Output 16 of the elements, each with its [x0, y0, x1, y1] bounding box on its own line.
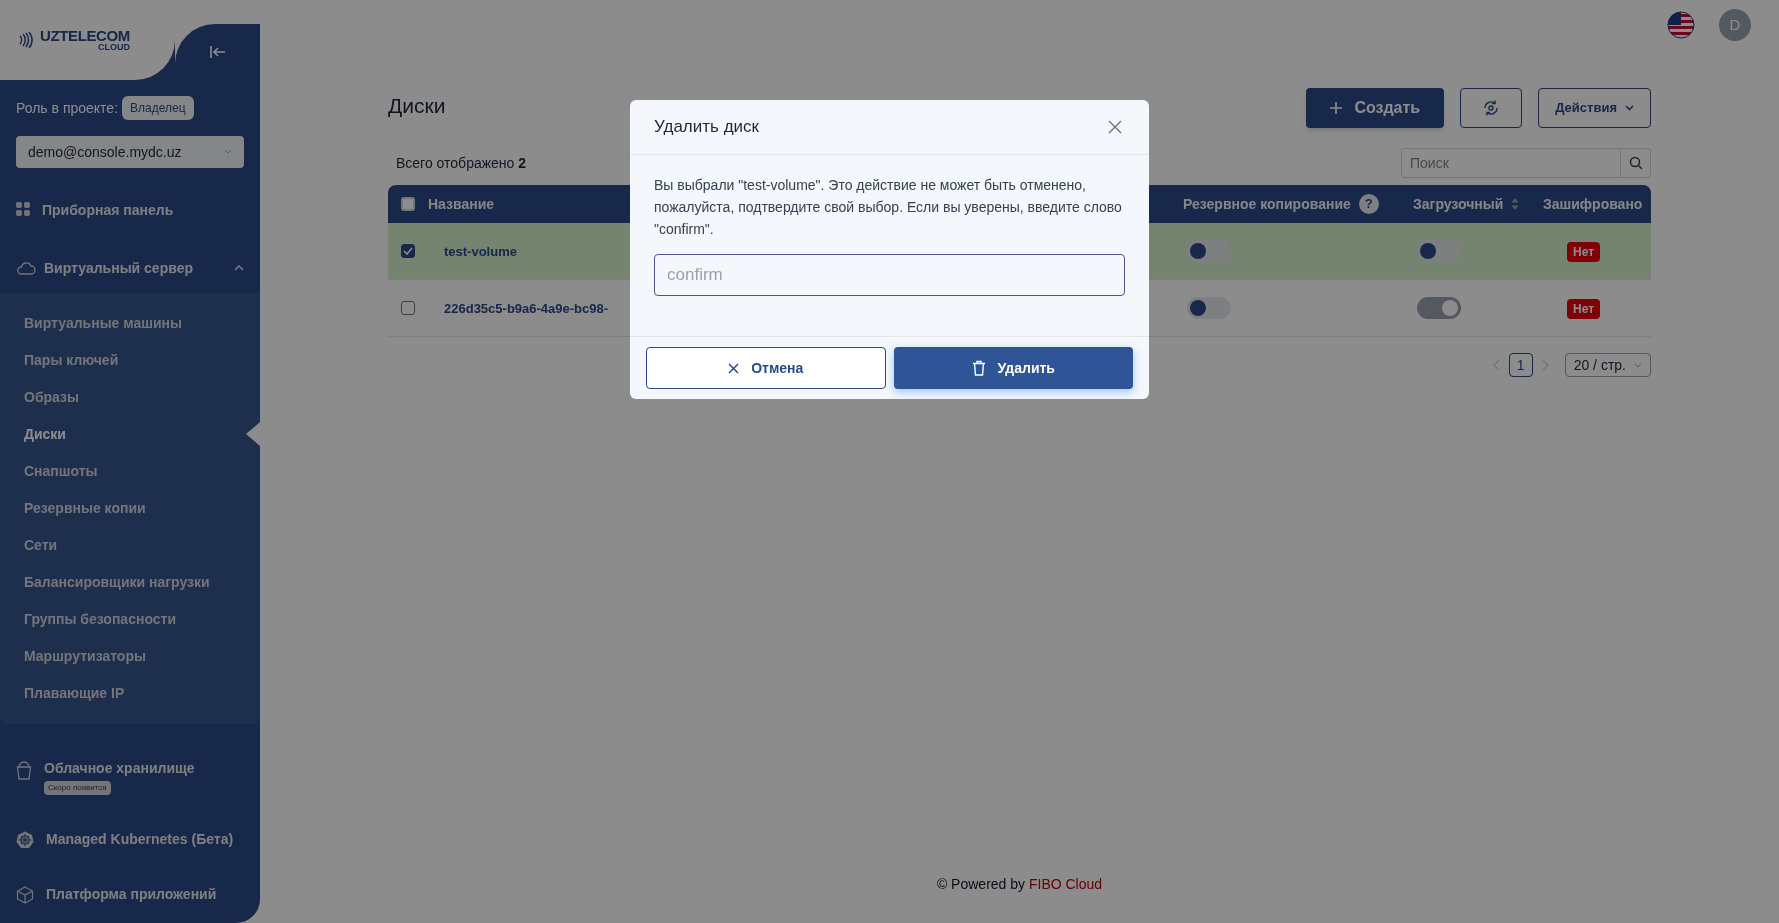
dialog-title: Удалить диск: [654, 116, 759, 139]
powered-by-text: © Powered by FIBO Cloud: [935, 875, 1104, 894]
role-badge: Владелец: [122, 96, 194, 120]
status-badge: Нет: [1567, 242, 1601, 262]
column-header: Загрузочный: [1413, 194, 1504, 214]
status-badge: Нет: [1567, 299, 1601, 319]
column-header: Зашифровано: [1543, 194, 1643, 214]
column-header: Название: [428, 194, 495, 214]
logo-text: UZTELECOM: [40, 28, 130, 43]
logo-subtext: CLOUD: [97, 43, 130, 52]
total-count: Всего отображено 2: [395, 153, 527, 173]
dialog-message: Вы выбрали "test-volume". Это действие не может быть отменено, пожалуйста, подтвердите свой выбор. Если вы уверены, введите слово "confirm".: [654, 176, 1123, 239]
page-title: Диски: [388, 93, 446, 119]
role-label: Роль в проекте:: [16, 98, 119, 118]
column-header: Резервное копирование: [1183, 194, 1351, 214]
coming-soon-badge: Скоро появится: [44, 781, 111, 795]
